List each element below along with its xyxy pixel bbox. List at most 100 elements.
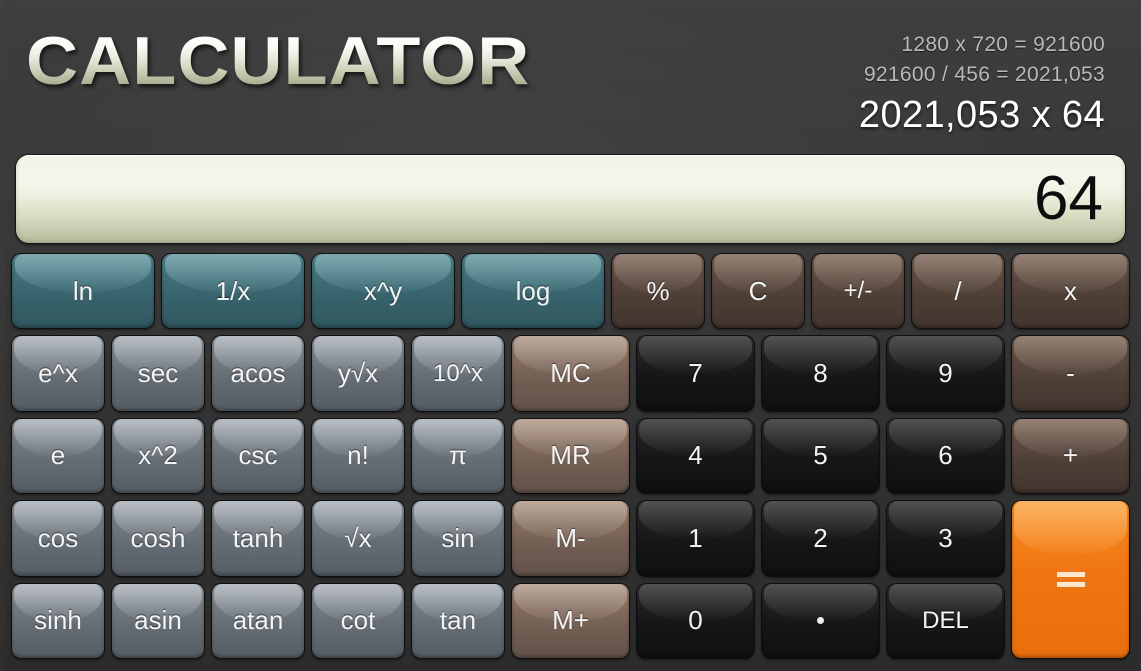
key-acos[interactable]: acos	[212, 336, 304, 411]
key-label: atan	[232, 605, 284, 636]
key-euler[interactable]: e	[12, 418, 104, 494]
key-5[interactable]: 5	[762, 418, 879, 494]
key-exp[interactable]: e^x	[12, 336, 104, 411]
app-header: CALCULATOR 1280 x 720 = 921600 921600 / …	[0, 0, 1141, 152]
decimal-point-glyph	[817, 617, 824, 625]
key-label: M+	[552, 605, 589, 636]
key-sec[interactable]: sec	[112, 336, 204, 411]
key-label: y√x	[337, 358, 379, 389]
key-label: e^x	[38, 358, 78, 389]
key-label: -	[1066, 358, 1075, 389]
key-nth-root[interactable]: y√x	[312, 336, 404, 411]
key-memory-subtract[interactable]: M-	[512, 501, 629, 576]
key-sin[interactable]: sin	[412, 501, 504, 576]
calculator-display[interactable]: 64	[16, 155, 1125, 243]
key-label: 1/x	[215, 275, 251, 306]
key-0[interactable]: 0	[637, 583, 754, 658]
key-label: MC	[550, 358, 591, 389]
key-memory-add[interactable]: M+	[512, 583, 629, 658]
key-label: 5	[813, 440, 828, 471]
key-7[interactable]: 7	[637, 336, 754, 411]
key-sqrt[interactable]: √x	[312, 501, 404, 576]
key-label: tan	[439, 605, 477, 636]
key-label: log	[515, 275, 551, 306]
history-line-1: 1280 x 720 = 921600	[901, 33, 1105, 56]
key-9[interactable]: 9	[887, 336, 1004, 411]
key-label: cot	[340, 605, 376, 636]
key-label: DEL	[922, 606, 969, 634]
key-label: 8	[813, 358, 828, 389]
key-label: sinh	[34, 605, 82, 636]
key-sign-toggle[interactable]: +/-	[812, 254, 904, 329]
key-label: sec	[137, 358, 179, 389]
key-cot[interactable]: cot	[312, 583, 404, 658]
key-square[interactable]: x^2	[112, 418, 204, 494]
key-8[interactable]: 8	[762, 336, 879, 411]
key-label: 1	[688, 522, 703, 553]
key-4[interactable]: 4	[637, 418, 754, 494]
key-6[interactable]: 6	[887, 418, 1004, 494]
key-label: x^y	[363, 275, 403, 306]
key-clear[interactable]: C	[712, 254, 804, 329]
keypad: ln 1/x x^y log% C +/- / x e^x sec acos y√x 10^x MC 7 8 9…	[8, 250, 1133, 662]
key-cosh[interactable]: cosh	[112, 501, 204, 576]
key-label: cosh	[130, 522, 186, 553]
key-label: MR	[550, 440, 591, 471]
key-label: +	[1062, 440, 1079, 471]
key-1[interactable]: 1	[637, 501, 754, 576]
key-equals[interactable]	[1012, 501, 1129, 658]
current-expression: 2021,053 x 64	[858, 94, 1105, 136]
key-power[interactable]: x^y	[312, 254, 454, 329]
key-percent[interactable]: %	[612, 254, 704, 329]
key-divide[interactable]: /	[912, 254, 1004, 329]
key-reciprocal[interactable]: 1/x	[162, 254, 304, 329]
key-label: 0	[688, 605, 703, 636]
key-label: 6	[938, 440, 953, 471]
display-value: 64	[1034, 164, 1103, 233]
key-memory-clear[interactable]: MC	[512, 336, 629, 411]
key-3[interactable]: 3	[887, 501, 1004, 576]
key-log[interactable]: log	[462, 254, 604, 329]
key-subtract[interactable]: -	[1012, 336, 1129, 411]
key-label: cos	[37, 522, 79, 553]
key-tanh[interactable]: tanh	[212, 501, 304, 576]
key-add[interactable]: +	[1012, 418, 1129, 494]
equals-glyph	[1056, 572, 1085, 588]
key-label: C	[748, 275, 768, 306]
key-factorial[interactable]: n!	[312, 418, 404, 494]
key-label: asin	[134, 605, 182, 636]
key-sinh[interactable]: sinh	[12, 583, 104, 658]
key-label: M-	[555, 522, 586, 553]
key-label: tanh	[232, 522, 284, 553]
key-label: /	[954, 275, 962, 306]
key-csc[interactable]: csc	[212, 418, 304, 494]
key-decimal-point[interactable]	[762, 583, 879, 658]
history-line-2: 921600 / 456 = 2021,053	[863, 63, 1105, 86]
key-multiply[interactable]: x	[1012, 254, 1129, 329]
key-cos[interactable]: cos	[12, 501, 104, 576]
key-label: 3	[938, 522, 953, 553]
key-label: √x	[344, 522, 372, 553]
page-title: CALCULATOR	[26, 23, 531, 99]
calculator-app: CALCULATOR 1280 x 720 = 921600 921600 / …	[0, 0, 1141, 671]
key-2[interactable]: 2	[762, 501, 879, 576]
key-label: acos	[230, 358, 286, 389]
key-memory-recall[interactable]: MR	[512, 418, 629, 494]
key-label: π	[449, 440, 467, 471]
key-label: csc	[238, 440, 278, 471]
key-delete[interactable]: DEL	[887, 583, 1004, 658]
key-label: sin	[441, 522, 475, 553]
key-ln[interactable]: ln	[12, 254, 154, 329]
key-atan[interactable]: atan	[212, 583, 304, 658]
key-tan[interactable]: tan	[412, 583, 504, 658]
key-label: 10^x	[433, 359, 483, 387]
key-label: x	[1064, 275, 1077, 306]
calculation-history: 1280 x 720 = 921600 921600 / 456 = 2021,…	[859, 30, 1105, 138]
key-label: ln	[72, 275, 94, 306]
key-pi[interactable]: π	[412, 418, 504, 494]
key-label: 2	[813, 522, 828, 553]
key-label: n!	[347, 440, 369, 471]
key-label: %	[646, 275, 670, 306]
key-ten-power[interactable]: 10^x	[412, 336, 504, 411]
key-asin[interactable]: asin	[112, 583, 204, 658]
